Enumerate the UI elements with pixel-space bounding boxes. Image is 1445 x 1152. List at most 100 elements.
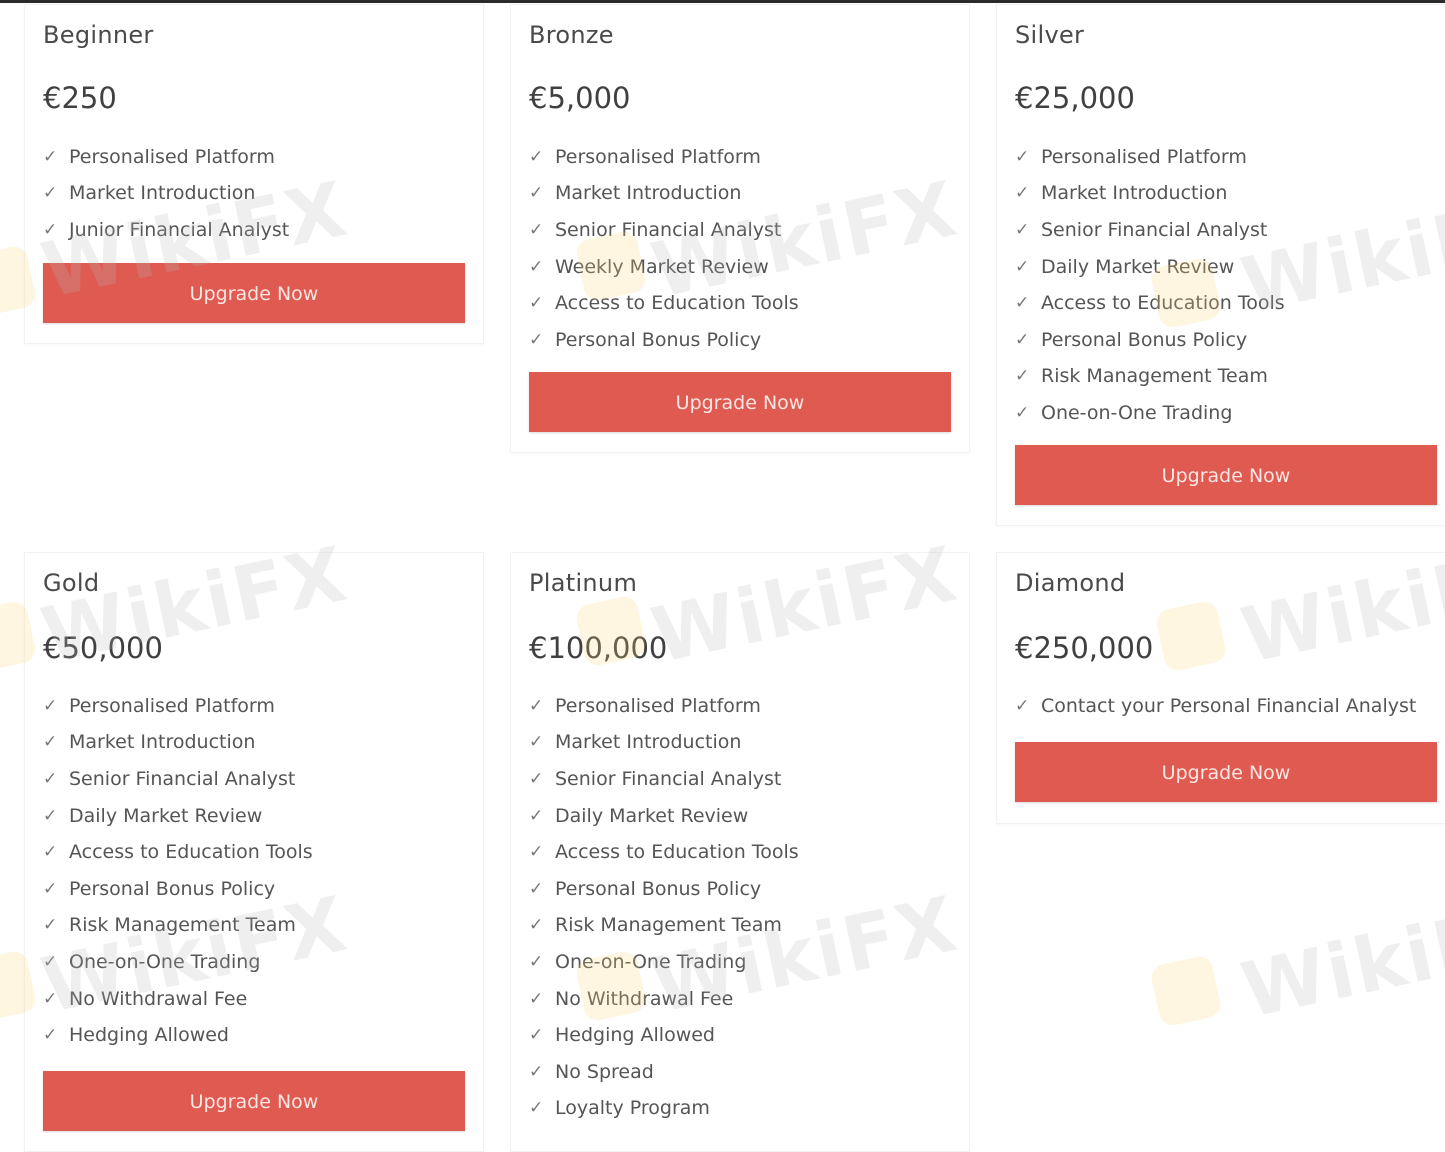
feature-label: Daily Market Review	[69, 804, 263, 827]
check-icon: ✓	[1015, 402, 1030, 423]
feature-label: Access to Education Tools	[555, 292, 799, 315]
check-icon: ✓	[529, 146, 544, 167]
feature-item: ✓ One-on-One Trading	[1015, 395, 1285, 432]
feature-label: Personal Bonus Policy	[555, 328, 762, 351]
feature-list: ✓ Personalised Platform ✓ Market Introducti…	[1015, 139, 1285, 432]
check-icon: ✓	[43, 219, 58, 240]
feature-item: ✓ Personal Bonus Policy	[43, 871, 313, 908]
feature-item: ✓ Market Introduction	[529, 725, 799, 762]
feature-list: ✓ Personalised Platform ✓ Market Introducti…	[43, 688, 313, 1054]
feature-item: ✓ Personalised Platform	[43, 688, 313, 725]
feature-label: Loyalty Program	[555, 1097, 710, 1120]
feature-item: ✓ Risk Management Team	[1015, 359, 1285, 396]
check-icon: ✓	[43, 732, 58, 753]
check-icon: ✓	[529, 256, 544, 277]
feature-item: ✓ Hedging Allowed	[43, 1017, 313, 1054]
plan-card-bronze: Bronze €5,000 ✓ Personalised Platform ✓ Mar…	[510, 4, 970, 453]
top-border	[0, 0, 1445, 3]
check-icon: ✓	[529, 732, 544, 753]
feature-item: ✓ One-on-One Trading	[43, 944, 313, 981]
plan-name: Diamond	[1015, 569, 1126, 597]
feature-label: No Withdrawal Fee	[555, 987, 734, 1010]
feature-list: ✓ Contact your Personal Financial Analyst	[1015, 688, 1416, 725]
plan-card-beginner: Beginner €250 ✓ Personalised Platform ✓ Mar…	[24, 4, 484, 344]
feature-item: ✓ Senior Financial Analyst	[529, 212, 799, 249]
feature-label: One-on-One Trading	[555, 950, 747, 973]
check-icon: ✓	[43, 915, 58, 936]
feature-item: ✓ Market Introduction	[529, 176, 799, 213]
feature-label: Personal Bonus Policy	[555, 877, 762, 900]
feature-label: Personalised Platform	[555, 145, 761, 168]
plan-card-gold: Gold €50,000 ✓ Personalised Platform ✓ Mark…	[24, 552, 484, 1152]
feature-label: Senior Financial Analyst	[1041, 218, 1268, 241]
feature-label: Daily Market Review	[1041, 255, 1235, 278]
upgrade-now-button[interactable]: Upgrade Now	[43, 1071, 465, 1131]
feature-label: Junior Financial Analyst	[69, 218, 290, 241]
upgrade-now-button[interactable]: Upgrade Now	[1015, 445, 1437, 505]
feature-item: ✓ Market Introduction	[43, 176, 289, 213]
feature-item: ✓ Daily Market Review	[1015, 249, 1285, 286]
feature-label: Risk Management Team	[69, 914, 296, 937]
feature-label: No Withdrawal Fee	[69, 987, 248, 1010]
upgrade-now-button[interactable]: Upgrade Now	[43, 263, 465, 323]
feature-item: ✓ One-on-One Trading	[529, 944, 799, 981]
feature-item: ✓ Personalised Platform	[529, 139, 799, 176]
upgrade-now-button[interactable]: Upgrade Now	[1015, 742, 1437, 802]
feature-label: Risk Management Team	[555, 914, 782, 937]
feature-label: Market Introduction	[1041, 182, 1228, 205]
feature-item: ✓ Daily Market Review	[529, 798, 799, 835]
feature-label: Weekly Market Review	[555, 255, 769, 278]
feature-item: ✓ Loyalty Program	[529, 1091, 799, 1128]
feature-label: Personalised Platform	[69, 145, 275, 168]
feature-label: Hedging Allowed	[69, 1024, 229, 1047]
check-icon: ✓	[529, 219, 544, 240]
feature-item: ✓ Daily Market Review	[43, 798, 313, 835]
feature-label: Senior Financial Analyst	[555, 218, 782, 241]
check-icon: ✓	[529, 878, 544, 899]
feature-item: ✓ Personal Bonus Policy	[529, 871, 799, 908]
feature-item: ✓ Hedging Allowed	[529, 1017, 799, 1054]
watermark-logo-icon	[1149, 954, 1223, 1028]
feature-item: ✓ Weekly Market Review	[529, 249, 799, 286]
feature-label: Personal Bonus Policy	[1041, 328, 1248, 351]
plan-price: €5,000	[529, 81, 631, 115]
feature-item: ✓ Senior Financial Analyst	[529, 761, 799, 798]
feature-item: ✓ No Withdrawal Fee	[43, 981, 313, 1018]
feature-item: ✓ No Spread	[529, 1054, 799, 1091]
feature-item: ✓ Personalised Platform	[43, 139, 289, 176]
plan-price: €50,000	[43, 631, 163, 665]
feature-label: Daily Market Review	[555, 804, 749, 827]
plan-name: Gold	[43, 569, 100, 597]
feature-item: ✓ Senior Financial Analyst	[1015, 212, 1285, 249]
check-icon: ✓	[529, 842, 544, 863]
feature-label: Market Introduction	[69, 731, 256, 754]
check-icon: ✓	[43, 695, 58, 716]
feature-label: One-on-One Trading	[1041, 401, 1233, 424]
feature-label: Risk Management Team	[1041, 365, 1268, 388]
feature-item: ✓ Market Introduction	[1015, 176, 1285, 213]
feature-label: Access to Education Tools	[69, 841, 313, 864]
check-icon: ✓	[529, 293, 544, 314]
check-icon: ✓	[43, 146, 58, 167]
check-icon: ✓	[43, 768, 58, 789]
feature-label: Contact your Personal Financial Analyst	[1041, 694, 1417, 717]
feature-label: Personalised Platform	[1041, 145, 1247, 168]
check-icon: ✓	[43, 951, 58, 972]
plan-price: €250	[43, 81, 117, 115]
plan-card-diamond: Diamond €250,000 ✓ Contact your Personal …	[996, 552, 1445, 824]
check-icon: ✓	[529, 1098, 544, 1119]
plan-price: €25,000	[1015, 81, 1135, 115]
feature-label: Market Introduction	[69, 182, 256, 205]
upgrade-now-button[interactable]: Upgrade Now	[529, 372, 951, 432]
feature-label: Personalised Platform	[69, 694, 275, 717]
feature-label: Access to Education Tools	[555, 841, 799, 864]
check-icon: ✓	[43, 988, 58, 1009]
check-icon: ✓	[529, 695, 544, 716]
check-icon: ✓	[1015, 695, 1030, 716]
feature-list: ✓ Personalised Platform ✓ Market Introducti…	[529, 688, 799, 1127]
feature-item: ✓ Senior Financial Analyst	[43, 761, 313, 798]
feature-item: ✓ Personalised Platform	[529, 688, 799, 725]
check-icon: ✓	[529, 1025, 544, 1046]
check-icon: ✓	[43, 878, 58, 899]
feature-label: Market Introduction	[555, 731, 742, 754]
